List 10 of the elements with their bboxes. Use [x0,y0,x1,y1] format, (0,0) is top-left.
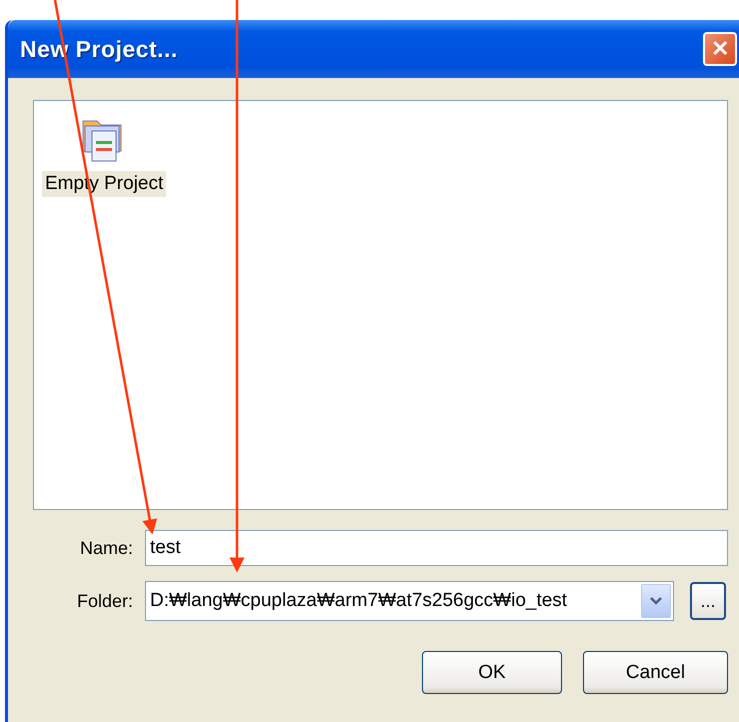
folder-label: Folder: [76,590,134,612]
cancel-button[interactable]: Cancel [583,651,728,694]
name-label: Name: [78,538,134,558]
browse-button[interactable]: ... [690,582,726,620]
folder-path: D:₩lang₩cpuplaza₩arm7₩at7s256gcc₩io_test [150,590,568,612]
name-field[interactable]: test [145,530,728,566]
dropdown-button[interactable] [641,584,671,618]
chevron-down-icon [649,596,663,606]
ok-button[interactable]: OK [422,651,562,694]
folder-dropdown[interactable]: D:₩lang₩cpuplaza₩arm7₩at7s256gcc₩io_test [145,581,674,621]
